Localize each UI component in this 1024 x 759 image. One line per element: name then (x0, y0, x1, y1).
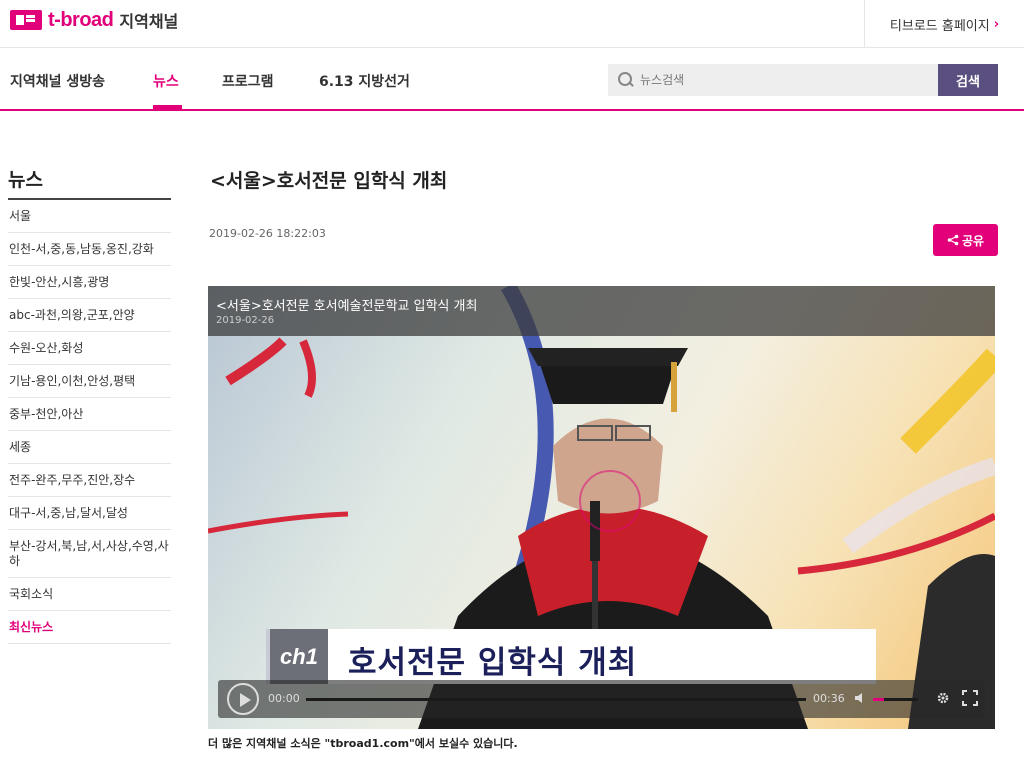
sidebar-item-jeonju[interactable]: 전주-완주,무주,진안,장수 (8, 464, 171, 497)
search-button[interactable]: 검색 (938, 64, 998, 96)
sidebar-item-jungbu[interactable]: 중부-천안,아산 (8, 398, 171, 431)
chevron-right-icon: › (993, 16, 1000, 32)
sidebar-item-sejong[interactable]: 세종 (8, 431, 171, 464)
tbroad-logo-icon (10, 10, 42, 30)
sidebar-item-hanbit[interactable]: 한빛-안산,시흥,광명 (8, 266, 171, 299)
video-controls: 00:00 00:36 (218, 680, 985, 718)
article-footnote: 더 많은 지역채널 소식은 "tbroad1.com"에서 보실수 있습니다. (208, 737, 518, 750)
volume-icon[interactable] (854, 692, 866, 704)
nav-election[interactable]: 6.13 지방선거 (319, 71, 410, 91)
nav-active-indicator (153, 105, 182, 109)
article-date: 2019-02-26 18:22:03 (209, 227, 326, 240)
logo-subtitle: 지역채널 (119, 12, 179, 31)
share-icon (947, 234, 959, 246)
sidebar-item-incheon[interactable]: 인천-서,중,동,남동,옹진,강화 (8, 233, 171, 266)
sidebar-item-assembly[interactable]: 국회소식 (8, 578, 171, 611)
sidebar-item-abc[interactable]: abc-과천,의왕,군포,안양 (8, 299, 171, 332)
share-button[interactable]: 공유 (933, 224, 998, 256)
seek-bar[interactable] (306, 698, 806, 701)
broadcast-caption: ch1 호서전문 입학식 개최 (266, 629, 876, 684)
sidebar-item-ginam[interactable]: 기남-용인,이천,안성,평택 (8, 365, 171, 398)
fullscreen-icon[interactable] (962, 690, 978, 706)
news-sidebar: 뉴스 서울 인천-서,중,동,남동,옹진,강화 한빛-안산,시흥,광명 abc-… (8, 165, 171, 644)
sidebar-item-suwon[interactable]: 수원-오산,화성 (8, 332, 171, 365)
home-link-label: 티브로드 홈페이지 (889, 18, 990, 34)
video-player[interactable]: <서울>호서전문 호서예술전문학교 입학식 개최 2019-02-26 ch1 … (208, 286, 995, 729)
time-current: 00:00 (268, 692, 300, 705)
nav-news[interactable]: 뉴스 (153, 71, 179, 91)
tbroad-logo[interactable]: t-broad 지역채널 (10, 8, 178, 32)
sidebar-item-daegu[interactable]: 대구-서,중,남,달서,달성 (8, 497, 171, 530)
nav-programs[interactable]: 프로그램 (222, 71, 274, 91)
gear-icon[interactable] (936, 691, 950, 705)
video-header-overlay: <서울>호서전문 호서예술전문학교 입학식 개최 2019-02-26 (208, 286, 995, 336)
video-title: <서울>호서전문 호서예술전문학교 입학식 개최 (216, 299, 478, 314)
video-date: 2019-02-26 (216, 315, 275, 326)
sidebar-title: 뉴스 (8, 165, 171, 200)
tbroad-homepage-link[interactable]: 티브로드 홈페이지 › (864, 0, 1024, 48)
time-duration: 00:36 (813, 692, 845, 705)
sidebar-item-seoul[interactable]: 서울 (8, 200, 171, 233)
search-box (608, 64, 938, 96)
play-button[interactable] (227, 683, 259, 715)
nav-live[interactable]: 지역채널 생방송 (10, 71, 105, 91)
logo-text: t-broad (48, 8, 114, 31)
article-title: <서울>호서전문 입학식 개최 (210, 170, 448, 192)
search-icon (618, 72, 634, 88)
top-bar: t-broad 지역채널 티브로드 홈페이지 › (0, 0, 1024, 48)
search-input[interactable] (640, 73, 920, 87)
main-nav: 지역채널 생방송 뉴스 프로그램 6.13 지방선거 검색 (0, 49, 1024, 111)
ch1-logo: ch1 (270, 629, 328, 684)
share-label: 공유 (961, 233, 985, 248)
sidebar-item-busan[interactable]: 부산-강서,북,남,서,사상,수영,사하 (8, 530, 171, 578)
volume-level (873, 698, 885, 701)
caption-text: 호서전문 입학식 개최 (348, 645, 638, 681)
sidebar-item-latest[interactable]: 최신뉴스 (8, 611, 171, 644)
volume-slider[interactable] (873, 698, 918, 701)
